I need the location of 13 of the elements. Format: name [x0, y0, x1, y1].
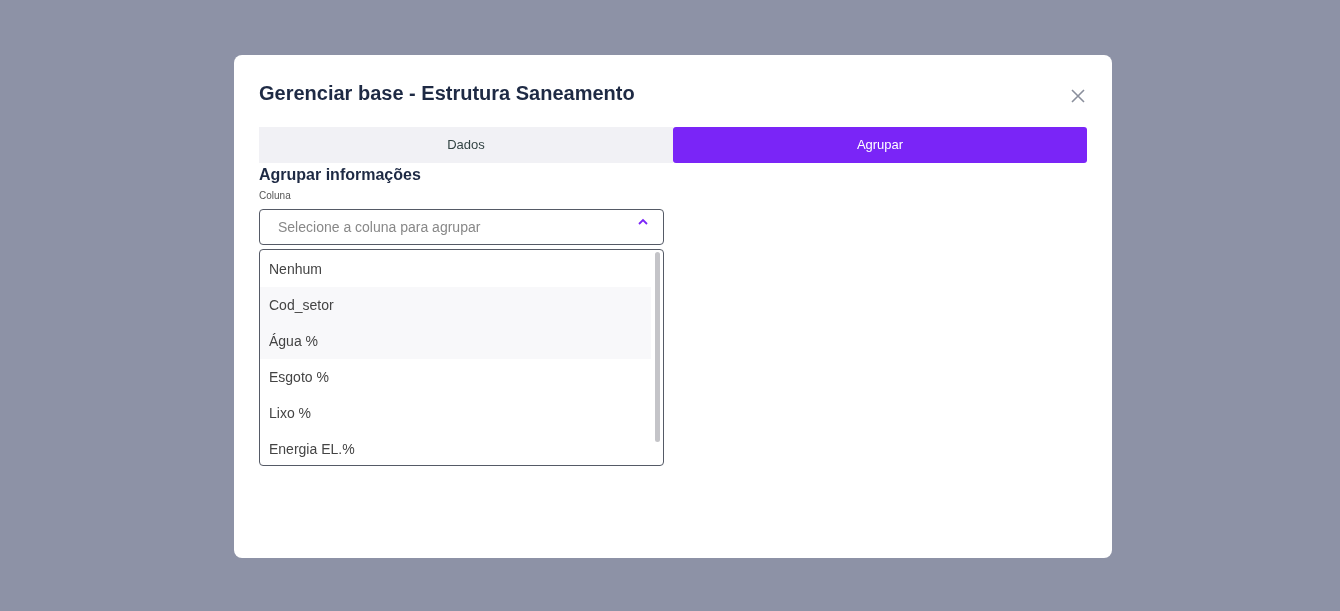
- select-field[interactable]: Selecione a coluna para agrupar: [259, 209, 664, 245]
- dropdown-option[interactable]: Nenhum: [260, 251, 651, 287]
- tab[interactable]: Dados: [259, 127, 673, 163]
- dropdown-option[interactable]: Energia EL.%: [260, 431, 651, 465]
- dropdown-option[interactable]: Lixo %: [260, 395, 651, 431]
- scrollbar[interactable]: [655, 252, 660, 442]
- dropdown-option[interactable]: Cod_setor: [260, 287, 651, 323]
- tab[interactable]: Agrupar: [673, 127, 1087, 163]
- modal-title: Gerenciar base - Estrutura Saneamento: [259, 81, 635, 106]
- section-title: Agrupar informações: [259, 165, 422, 185]
- field-label: Coluna: [259, 189, 292, 203]
- dropdown-option[interactable]: Esgoto %: [260, 359, 651, 395]
- dropdown-option[interactable]: Água %: [260, 323, 651, 359]
